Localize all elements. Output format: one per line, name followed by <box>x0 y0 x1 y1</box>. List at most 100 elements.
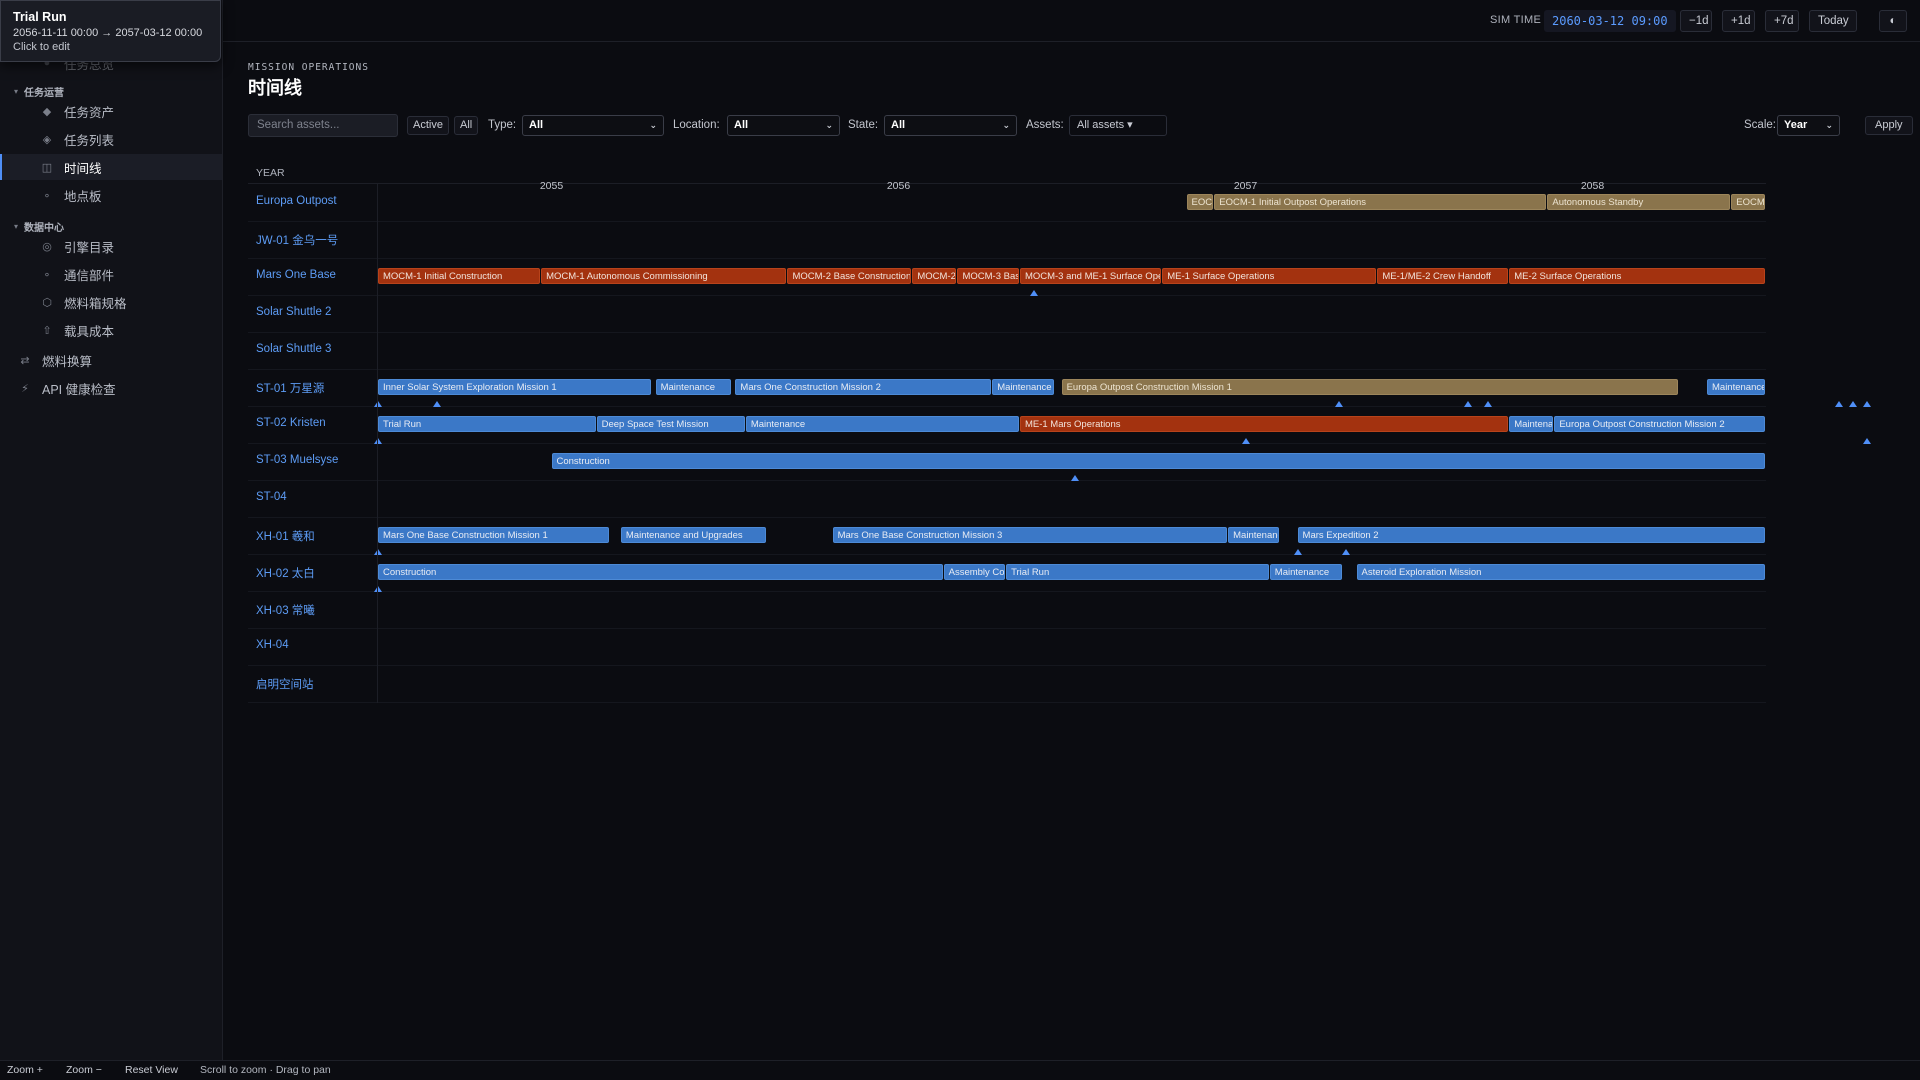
mission-bar[interactable]: Construction <box>378 564 943 580</box>
mission-bar[interactable]: MOCM-1 Autonomous Commissioning <box>541 268 787 284</box>
caret-down-icon: ▾ <box>14 87 19 96</box>
assets-dropdown[interactable]: All assets ▾ <box>1069 115 1167 136</box>
dot-icon: ∘ <box>43 189 51 202</box>
mission-bar[interactable]: Maintenance <box>1228 527 1280 543</box>
row-asset-label[interactable]: ST-03 Muelsyse <box>256 454 338 466</box>
sidebar-item-comms-parts[interactable]: ∘ 通信部件 <box>0 261 222 287</box>
row-asset-label[interactable]: XH-03 常曦 <box>256 602 315 618</box>
mission-bar[interactable]: Maintenance <box>992 379 1054 395</box>
page-title: 时间线 <box>248 78 302 98</box>
active-filter-button[interactable]: Active <box>407 116 449 135</box>
mission-bar[interactable]: Mars One Base Construction Mission 3 <box>832 527 1228 543</box>
mission-bar[interactable]: MOCM-3 Base Construction <box>957 268 1019 284</box>
mission-bar[interactable]: Maintenance <box>745 416 1019 432</box>
mission-bar[interactable]: Trial Run <box>378 416 596 432</box>
mission-bar[interactable]: Deep Space Test Mission <box>596 416 745 432</box>
apply-button[interactable]: Apply <box>1865 116 1913 135</box>
mission-bar[interactable]: Asteroid Exploration Mission <box>1356 564 1765 580</box>
chevron-down-icon: ⌄ <box>825 120 833 130</box>
mission-bar[interactable]: MOCM-2 Base Operations <box>912 268 957 284</box>
sidebar-item-label: 载具成本 <box>64 324 115 339</box>
mission-bar[interactable]: Autonomous Standby <box>1547 194 1731 210</box>
sidebar-item-location-board[interactable]: ∘ 地点板 <box>0 182 222 208</box>
sidebar-item-api-health[interactable]: ⚡ API 健康检查 <box>0 375 222 401</box>
mission-bar[interactable]: EOCM- <box>1186 194 1214 210</box>
event-marker-icon[interactable] <box>1834 401 1843 407</box>
sidebar-item-label: 引擎目录 <box>64 240 115 255</box>
mission-bar[interactable]: ME-1 Mars Operations <box>1019 416 1509 432</box>
search-input[interactable]: Search assets... <box>248 114 398 137</box>
scale-select[interactable]: Year ⌄ <box>1777 115 1840 136</box>
timeline-row: Solar Shuttle 2 <box>248 296 1766 333</box>
mission-bar[interactable]: EOCM-1 Initial Outpost Operations <box>1214 194 1547 210</box>
mission-bar[interactable]: MOCM-2 Base Construction <box>787 268 912 284</box>
sim-time-value: 2060-03-12 09:00 <box>1544 10 1676 32</box>
mission-bar[interactable]: Trial Run <box>1006 564 1269 580</box>
event-marker-icon[interactable] <box>1862 438 1871 444</box>
row-asset-label[interactable]: Mars One Base <box>256 269 336 281</box>
timeline-row: Solar Shuttle 3 <box>248 333 1766 370</box>
mission-bar[interactable]: Maintenance <box>1509 416 1554 432</box>
sidebar-item-label: 任务资产 <box>64 105 115 120</box>
header-divider <box>248 183 1766 184</box>
reset-view-button[interactable]: Reset View <box>125 1064 178 1076</box>
mission-bar[interactable]: Maintenance <box>655 379 731 395</box>
row-asset-label[interactable]: Solar Shuttle 3 <box>256 343 331 355</box>
mission-bar[interactable]: Maintenance <box>1707 379 1765 395</box>
type-select[interactable]: All ⌄ <box>522 115 664 136</box>
sidebar-item-vehicle-cost[interactable]: ⇧ 载具成本 <box>0 317 222 343</box>
timeline-row: Mars One Base MOCM-1 Initial Construction… <box>248 259 1766 296</box>
row-asset-label[interactable]: XH-02 太白 <box>256 565 315 581</box>
sidebar-item-engine-catalog[interactable]: ◎ 引擎目录 <box>0 233 222 259</box>
mission-bar[interactable]: Mars One Construction Mission 2 <box>735 379 992 395</box>
plus-7d-button[interactable]: +7d <box>1765 10 1799 32</box>
row-asset-label[interactable]: ST-04 <box>256 491 287 503</box>
theme-toggle-icon[interactable]: ◐ <box>1879 10 1907 32</box>
mission-bar[interactable]: Maintenance <box>1269 564 1342 580</box>
sidebar-item-mission-list[interactable]: ◈ 任务列表 <box>0 126 222 152</box>
mission-bar[interactable]: EOCM- <box>1731 194 1765 210</box>
row-asset-label[interactable]: JW-01 金乌一号 <box>256 232 338 248</box>
mission-bar[interactable]: Europa Outpost Construction Mission 2 <box>1554 416 1765 432</box>
row-asset-label[interactable]: Solar Shuttle 2 <box>256 306 331 318</box>
hexagon-icon: ⬡ <box>42 296 52 309</box>
mission-bar[interactable]: MOCM-1 Initial Construction <box>378 268 541 284</box>
sidebar-group-data[interactable]: ▾ 数据中心 <box>14 219 64 234</box>
plus-1d-button[interactable]: +1d <box>1722 10 1755 32</box>
dot-icon: ∘ <box>43 268 51 281</box>
timeline-chart: YEAR 2055205620572058 Europa OutpostEOCM… <box>248 163 1871 703</box>
sidebar-item-fuel-conversion[interactable]: ⇄ 燃料换算 <box>0 347 222 373</box>
timeline-row: 启明空间站 <box>248 666 1766 703</box>
row-asset-label[interactable]: ST-02 Kristen <box>256 417 326 429</box>
mission-bar[interactable]: Mars One Base Construction Mission 1 <box>378 527 610 543</box>
sidebar-item-timeline[interactable]: ◫ 时间线 <box>0 154 222 180</box>
today-button[interactable]: Today <box>1809 10 1857 32</box>
mission-bar[interactable]: MOCM-3 and ME-1 Surface Operations <box>1019 268 1162 284</box>
row-asset-label[interactable]: 启明空间站 <box>256 676 314 692</box>
zoom-in-button[interactable]: Zoom + <box>7 1064 43 1076</box>
mission-bar[interactable]: Inner Solar System Exploration Mission 1 <box>378 379 652 395</box>
mission-bar[interactable]: Assembly Completion <box>943 564 1006 580</box>
mission-bar[interactable]: ME-1/ME-2 Crew Handoff <box>1377 268 1509 284</box>
mission-bar[interactable]: Maintenance and Upgrades <box>620 527 766 543</box>
mission-bar[interactable]: ME-2 Surface Operations <box>1509 268 1765 284</box>
event-marker-icon[interactable] <box>1862 401 1871 407</box>
location-select[interactable]: All ⌄ <box>727 115 840 136</box>
mission-bar[interactable]: Europa Outpost Construction Mission 1 <box>1061 379 1679 395</box>
state-select[interactable]: All ⌄ <box>884 115 1017 136</box>
minus-1d-button[interactable]: −1d <box>1680 10 1712 32</box>
event-marker-icon[interactable] <box>1848 401 1857 407</box>
row-asset-label[interactable]: XH-04 <box>256 639 289 651</box>
sidebar-group-ops[interactable]: ▾ 任务运营 <box>14 84 64 99</box>
scale-label: Scale: <box>1744 119 1776 131</box>
row-asset-label[interactable]: Europa Outpost <box>256 195 337 207</box>
sidebar-item-fuel-tank-specs[interactable]: ⬡ 燃料箱规格 <box>0 289 222 315</box>
sidebar-item-mission-assets[interactable]: ◆ 任务资产 <box>0 98 222 124</box>
zoom-out-button[interactable]: Zoom − <box>66 1064 102 1076</box>
mission-bar[interactable]: Mars Expedition 2 <box>1297 527 1765 543</box>
mission-bar[interactable]: ME-1 Surface Operations <box>1162 268 1377 284</box>
row-asset-label[interactable]: ST-01 万星源 <box>256 380 324 396</box>
row-asset-label[interactable]: XH-01 羲和 <box>256 528 315 544</box>
all-filter-button[interactable]: All <box>454 116 479 135</box>
mission-bar[interactable]: Construction <box>551 453 1765 469</box>
